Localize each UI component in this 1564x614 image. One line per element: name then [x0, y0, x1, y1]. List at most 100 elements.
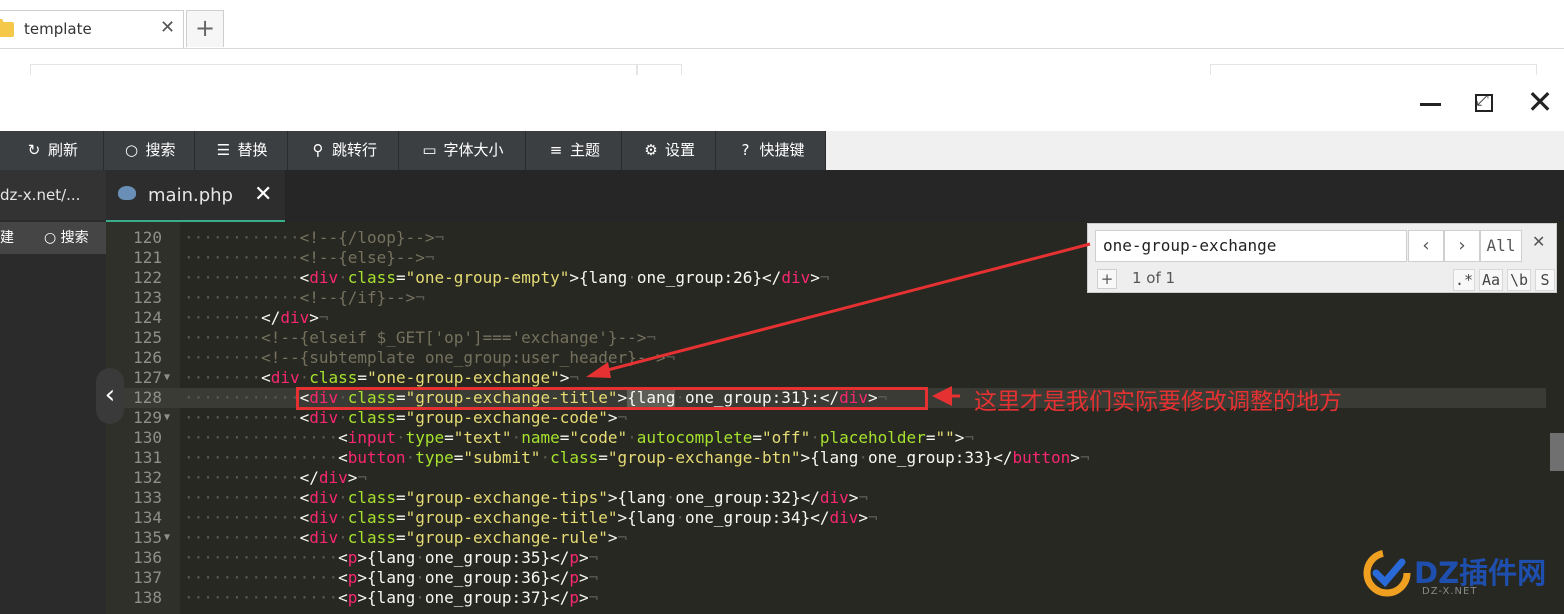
file-tree-actions: 建 ○ 搜索	[0, 222, 106, 254]
code-line[interactable]: 135 ▼ ············<div·class="group-exchan…	[106, 528, 1546, 548]
replace-icon: ☰	[216, 141, 231, 159]
refresh-icon: ↻	[27, 141, 41, 159]
annotation-text: 这里才是我们实际要修改调整的地方	[974, 389, 1342, 415]
find-previous-button[interactable]: ‹	[1408, 230, 1444, 262]
php-file-icon	[118, 186, 136, 200]
line-number: 133	[133, 488, 162, 507]
line-number: 131	[133, 448, 162, 467]
code-line[interactable]: 130 ················<input·type="text"·na…	[106, 428, 1546, 448]
code-line[interactable]: 133 ············<div·class="group-exchang…	[106, 488, 1546, 508]
code-text: ············<div·class="one-group-empty"…	[184, 268, 830, 287]
background-window-edge	[1210, 64, 1537, 75]
code-text: ············<!--{/if}-->¬	[184, 288, 425, 307]
code-text: ········<!--{subtemplate one_group:user_…	[184, 348, 676, 367]
highlight-box	[296, 387, 928, 410]
line-number: 123	[133, 288, 162, 307]
fold-marker-icon[interactable]: ▼	[164, 408, 170, 428]
code-line[interactable]: 132 ············</div>¬	[106, 468, 1546, 488]
close-window-icon[interactable]: ✕	[1520, 84, 1560, 124]
close-tab-icon[interactable]: ✕	[160, 17, 175, 38]
case-sensitive-toggle[interactable]: Aa	[1479, 269, 1503, 291]
editor-toolbar: ↻ 刷新 ○ 搜索 ☰ 替换 ⚲ 跳转行 ▭ 字体大小 ≡ 主题 ⚙ 设置 ? 快捷键	[0, 131, 1564, 170]
code-text: ················<p>{lang·one_group:36}</…	[184, 568, 599, 587]
code-text: ········<!--{elseif $_GET['op']==='excha…	[184, 328, 657, 347]
close-find-icon[interactable]: ✕	[1532, 232, 1545, 251]
line-number: 120	[133, 228, 162, 247]
editor-tab-bar: main.php ✕	[106, 170, 1564, 222]
code-text: ········<div·class="one-group-exchange">…	[184, 368, 579, 387]
code-text: ················<p>{lang·one_group:35}</…	[184, 548, 599, 567]
code-text: ········</div>¬	[184, 308, 329, 327]
refresh-button[interactable]: ↻ 刷新	[0, 131, 104, 170]
goto-line-button[interactable]: ⚲ 跳转行	[288, 131, 399, 170]
editor-tab-main-php[interactable]: main.php ✕	[106, 170, 285, 222]
file-search-button[interactable]: ○ 搜索	[44, 222, 89, 254]
code-text: ············<!--{else}-->¬	[184, 248, 435, 267]
new-tab-button[interactable]: +	[186, 10, 224, 47]
shortcuts-button[interactable]: ? 快捷键	[716, 131, 826, 170]
code-text: ············<div·class="group-exchange-r…	[184, 528, 628, 547]
line-number: 121	[133, 248, 162, 267]
file-tree-tab[interactable]: dz-x.net/...	[0, 170, 106, 220]
search-button[interactable]: ○ 搜索	[104, 131, 195, 170]
line-number: 134	[133, 508, 162, 527]
fold-marker-icon[interactable]: ▼	[164, 368, 170, 388]
whole-word-toggle[interactable]: \b	[1507, 269, 1531, 291]
line-number: 122	[133, 268, 162, 287]
code-text: ················<p>{lang·one_group:37}</…	[184, 588, 599, 607]
code-line[interactable]: 131 ················<button·type="submit"…	[106, 448, 1546, 468]
code-text: ················<button·type="submit"·cl…	[184, 448, 1090, 467]
browser-tab-template[interactable]: template ✕	[0, 10, 184, 48]
regex-toggle[interactable]: .*	[1453, 269, 1475, 291]
settings-button[interactable]: ⚙ 设置	[622, 131, 716, 170]
code-line[interactable]: 136 ················<p>{lang·one_group:35…	[106, 548, 1546, 568]
toggle-replace-button[interactable]: +	[1097, 269, 1117, 289]
font-size-icon: ▭	[422, 141, 437, 159]
help-icon: ?	[741, 141, 750, 159]
code-line[interactable]: 125 ········<!--{elseif $_GET['op']==='ex…	[106, 328, 1546, 348]
search-selection-toggle[interactable]: S	[1535, 269, 1555, 291]
find-next-button[interactable]: ›	[1444, 230, 1480, 262]
new-file-button[interactable]: 建	[0, 222, 14, 254]
find-input[interactable]: one-group-exchange	[1095, 230, 1407, 262]
match-count: 1 of 1	[1132, 269, 1176, 287]
theme-icon: ≡	[549, 141, 563, 159]
theme-button[interactable]: ≡ 主题	[526, 131, 622, 170]
window-controls: ✕	[1400, 84, 1564, 124]
replace-button[interactable]: ☰ 替换	[195, 131, 288, 170]
search-icon: ○	[124, 141, 139, 159]
browser-tab-bar: template ✕ +	[0, 0, 1564, 49]
line-number: 124	[133, 308, 162, 327]
code-text: ············<!--{/loop}-->¬	[184, 228, 445, 247]
line-number: 138	[133, 588, 162, 607]
gear-icon: ⚙	[644, 141, 658, 159]
font-size-button[interactable]: ▭ 字体大小	[399, 131, 526, 170]
code-line[interactable]: 126 ········<!--{subtemplate one_group:us…	[106, 348, 1546, 368]
close-editor-tab-icon[interactable]: ✕	[254, 182, 272, 207]
code-line[interactable]: 134 ············<div·class="group-exchang…	[106, 508, 1546, 528]
browser-tab-title: template	[24, 20, 92, 38]
editor-tab-name: main.php	[148, 185, 233, 206]
maximize-icon[interactable]	[1465, 84, 1505, 124]
line-number: 136	[133, 548, 162, 567]
code-text: ················<input·type="text"·name=…	[184, 428, 974, 447]
code-text: ············<div·class="group-exchange-t…	[184, 508, 878, 527]
code-line[interactable]: 137 ················<p>{lang·one_group:36…	[106, 568, 1546, 588]
code-text: ············<div·class="group-exchange-t…	[184, 488, 869, 507]
toolbar-empty-area	[826, 131, 1564, 170]
collapse-panel-button[interactable]: ‹	[96, 368, 124, 424]
code-line[interactable]: 124 ········</div>¬	[106, 308, 1546, 328]
code-line[interactable]: 138 ················<p>{lang·one_group:37…	[106, 588, 1546, 608]
line-number: 125	[133, 328, 162, 347]
find-all-button[interactable]: All	[1480, 230, 1522, 262]
line-number: 135	[133, 528, 162, 547]
code-text: ············<div·class="group-exchange-c…	[184, 408, 628, 427]
folder-icon	[0, 19, 14, 37]
line-number: 137	[133, 568, 162, 587]
background-window-edge	[636, 64, 682, 75]
line-number: 130	[133, 428, 162, 447]
minimize-icon[interactable]	[1410, 84, 1450, 124]
fold-marker-icon[interactable]: ▼	[164, 528, 170, 548]
code-text: ············</div>¬	[184, 468, 368, 487]
editor-scrollbar[interactable]	[1550, 433, 1564, 471]
